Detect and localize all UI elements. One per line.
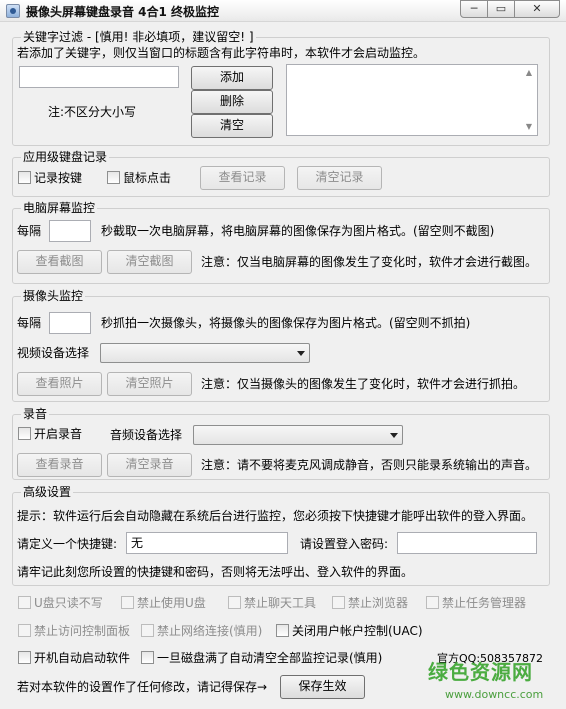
checkbox-icon (141, 624, 154, 637)
disable-uac-checkbox[interactable]: 关闭用户帐户控制(UAC) (276, 624, 423, 640)
screen-interval-description: 秒截取一次电脑屏幕，将电脑屏幕的图像保存为图片格式。(留空则不截图) (101, 224, 495, 238)
view-keylog-button[interactable]: 查看记录 (200, 166, 285, 190)
chevron-down-icon (297, 351, 305, 356)
view-screenshots-button[interactable]: 查看截图 (17, 250, 102, 274)
delete-keyword-button[interactable]: 删除 (191, 90, 273, 114)
checkbox-icon (18, 171, 31, 184)
disable-browser-checkbox[interactable]: 禁止浏览器 (332, 596, 408, 612)
mouse-click-checkbox[interactable]: 鼠标点击 (107, 171, 171, 187)
checkbox-icon (18, 651, 31, 664)
checkbox-icon (276, 624, 289, 637)
maximize-button[interactable]: ▭ (487, 0, 515, 18)
enable-audio-checkbox[interactable]: 开启录音 (18, 427, 82, 443)
camera-interval-input[interactable] (49, 312, 91, 334)
keyword-input[interactable] (19, 66, 179, 88)
autostart-checkbox[interactable]: 开机自动启动软件 (18, 651, 130, 667)
disable-control-panel-checkbox[interactable]: 禁止访问控制面板 (18, 624, 130, 640)
checkbox-icon (18, 596, 31, 609)
camera-interval-description: 秒抓拍一次摄像头，将摄像头的图像保存为图片格式。(留空则不抓拍) (101, 316, 471, 330)
checkbox-icon (228, 596, 241, 609)
disable-network-checkbox[interactable]: 禁止网络连接(慎用) (141, 624, 262, 640)
screen-monitor-title: 电脑屏幕监控 (21, 201, 98, 215)
checkbox-icon (18, 427, 31, 440)
keyword-filter-title: 关键字过滤 - [慎用! 非必填项，建议留空! ] (21, 30, 256, 44)
advanced-hint: 提示：软件运行后会自动隐藏在系统后台进行监控，您必须按下快捷键才能呼出软件的登入… (17, 509, 534, 523)
disable-chat-checkbox[interactable]: 禁止聊天工具 (228, 596, 316, 612)
checkbox-icon (107, 171, 120, 184)
watermark-logo: 绿色资源网 (428, 660, 533, 684)
hotkey-label: 请定义一个快捷键: (17, 537, 118, 551)
password-input[interactable] (397, 532, 537, 554)
auto-clear-checkbox[interactable]: 一旦磁盘满了自动清空全部监控记录(慎用) (141, 651, 382, 667)
video-device-label: 视频设备选择 (17, 346, 90, 360)
remember-note: 请牢记此刻您所设置的快捷键和密码，否则将无法呼出、登入软件的界面。 (17, 565, 414, 579)
camera-every-label: 每隔 (17, 316, 42, 330)
case-insensitive-note: 注:不区分大小写 (48, 105, 137, 119)
advanced-settings-title: 高级设置 (21, 485, 74, 499)
window-title: 摄像头屏幕键盘录音 4合1 终极监控 (26, 5, 220, 19)
clear-keywords-button[interactable]: 清空 (191, 114, 273, 138)
clear-photos-button[interactable]: 清空照片 (107, 372, 192, 396)
view-photos-button[interactable]: 查看照片 (17, 372, 102, 396)
disable-usb-checkbox[interactable]: 禁止使用U盘 (121, 596, 206, 612)
hotkey-input[interactable]: 无 (126, 532, 288, 554)
title-bar[interactable]: 摄像头屏幕键盘录音 4合1 终极监控 ─ ▭ ✕ (0, 0, 566, 22)
keyword-description: 若添加了关键字，则仅当窗口的标题含有此字符串时，本软件才会启动监控。 (17, 46, 426, 60)
scroll-down-icon[interactable]: ▼ (522, 120, 536, 134)
save-settings-button[interactable]: 保存生效 (280, 675, 365, 699)
add-keyword-button[interactable]: 添加 (191, 66, 273, 90)
record-keys-checkbox[interactable]: 记录按键 (18, 171, 82, 187)
screen-every-label: 每隔 (17, 224, 42, 238)
camera-app-icon (6, 4, 20, 18)
chevron-down-icon (390, 433, 398, 438)
video-device-select[interactable] (100, 343, 310, 363)
checkbox-icon (426, 596, 439, 609)
checkbox-icon (141, 651, 154, 664)
audio-record-title: 录音 (21, 407, 50, 421)
view-recordings-button[interactable]: 查看录音 (17, 453, 102, 477)
scroll-up-icon[interactable]: ▲ (522, 66, 536, 80)
clear-recordings-button[interactable]: 清空录音 (107, 453, 192, 477)
audio-device-label: 音频设备选择 (110, 428, 183, 442)
clear-screenshots-button[interactable]: 清空截图 (107, 250, 192, 274)
checkbox-icon (18, 624, 31, 637)
disable-taskmgr-checkbox[interactable]: 禁止任务管理器 (426, 596, 526, 612)
close-button[interactable]: ✕ (514, 0, 560, 18)
screen-interval-input[interactable] (49, 220, 91, 242)
checkbox-icon (121, 596, 134, 609)
checkbox-icon (332, 596, 345, 609)
usb-readonly-checkbox[interactable]: U盘只读不写 (18, 596, 103, 612)
clear-keylog-button[interactable]: 清空记录 (297, 166, 382, 190)
camera-note: 注意：仅当摄像头的图像发生了变化时，软件才会进行抓拍。 (201, 377, 526, 391)
screen-note: 注意：仅当电脑屏幕的图像发生了变化时，软件才会进行截图。 (201, 255, 538, 269)
minimize-button[interactable]: ─ (460, 0, 488, 18)
keyword-list[interactable]: ▲ ▼ (286, 64, 538, 136)
audio-note: 注意：请不要将麦克风调成静音，否则只能录系统输出的声音。 (201, 458, 538, 472)
password-label: 请设置登入密码: (300, 537, 389, 551)
app-keylog-title: 应用级键盘记录 (21, 150, 110, 164)
audio-device-select[interactable] (193, 425, 403, 445)
save-note: 若对本软件的设置作了任何修改，请记得保存→ (17, 680, 268, 694)
watermark-url: www.downcc.com (445, 688, 544, 701)
main-window: 摄像头屏幕键盘录音 4合1 终极监控 ─ ▭ ✕ 关键字过滤 - [慎用! 非必… (0, 0, 566, 709)
camera-monitor-title: 摄像头监控 (21, 289, 86, 303)
